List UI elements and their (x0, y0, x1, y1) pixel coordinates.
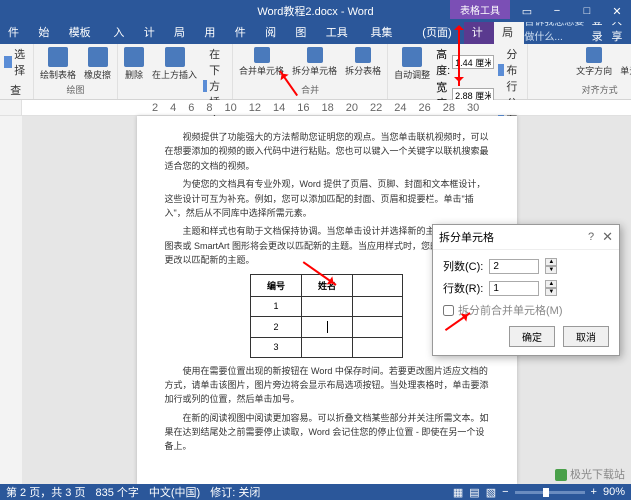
merge-before-checkbox[interactable] (443, 305, 454, 316)
draw-table-button[interactable]: 绘制表格 (38, 46, 78, 82)
group-draw: 绘图 (38, 83, 113, 97)
status-words[interactable]: 835 个字 (95, 484, 138, 500)
table-row: 3 (250, 337, 402, 357)
table-cell[interactable] (353, 316, 403, 337)
select-button[interactable]: 选择 (4, 46, 29, 78)
delete-button[interactable]: 删除 (122, 46, 146, 82)
table-cell[interactable]: 2 (250, 316, 301, 337)
close-icon[interactable]: ✕ (603, 0, 631, 22)
maximize-icon[interactable]: □ (573, 0, 601, 22)
rows-up-icon[interactable]: ▲ (545, 280, 557, 288)
watermark: 极光下载站 (555, 466, 625, 482)
table-row: 1 (250, 296, 402, 316)
split-table-button[interactable]: 拆分表格 (343, 46, 383, 78)
zoom-slider[interactable] (515, 491, 585, 494)
annotation-arrow (454, 20, 464, 30)
distribute-rows-button[interactable]: 分布行 (498, 46, 523, 94)
status-lang[interactable]: 中文(中国) (149, 484, 200, 500)
ribbon-options-icon[interactable]: ▭ (513, 0, 541, 22)
view-print-icon[interactable]: ▤ (469, 486, 479, 499)
group-merge: 合并 (237, 83, 383, 97)
table-cell[interactable]: 3 (250, 337, 301, 357)
merge-cells-button[interactable]: 合并单元格 (237, 46, 286, 78)
document-title: Word教程2.docx - Word (257, 3, 373, 19)
status-page[interactable]: 第 2 页，共 3 页 (6, 484, 85, 500)
eraser-button[interactable]: 橡皮擦 (82, 46, 113, 82)
rows-input[interactable] (489, 281, 539, 296)
table-cell[interactable] (353, 296, 403, 316)
table-cell[interactable] (353, 337, 403, 357)
cols-down-icon[interactable]: ▼ (545, 266, 557, 274)
table-header[interactable]: 编号 (250, 274, 301, 296)
ok-button[interactable]: 确定 (509, 326, 555, 347)
insert-above-button[interactable]: 在上方插入 (150, 46, 199, 82)
alignment-grid[interactable] (532, 46, 570, 78)
rows-down-icon[interactable]: ▼ (545, 288, 557, 296)
paragraph: 在新的阅读视图中阅读更加容易。可以折叠文档某些部分并关注所需文本。如果在达到结尾… (165, 411, 489, 454)
autofit-button[interactable]: 自动调整 (392, 46, 432, 82)
status-track[interactable]: 修订: 关闭 (210, 484, 260, 500)
zoom-out-icon[interactable]: − (502, 486, 508, 498)
close-dialog-icon[interactable]: ✕ (602, 229, 613, 245)
zoom-in-icon[interactable]: + (591, 486, 597, 498)
table-cell[interactable] (302, 337, 353, 357)
table-header[interactable] (353, 274, 403, 296)
view-web-icon[interactable]: ▧ (486, 486, 496, 499)
columns-input[interactable] (489, 259, 539, 274)
ribbon: 选择 查看网格线 属性 表 绘制表格 橡皮擦 绘图 删除 在上方插入 在下方插入… (0, 44, 631, 100)
paragraph: 为使您的文档具有专业外观，Word 提供了页眉、页脚、封面和文本框设计，这些设计… (165, 177, 489, 220)
table-row: 编号姓名 (250, 274, 402, 296)
cell-margins-button[interactable]: 单元格边距 (618, 46, 631, 78)
height-input[interactable] (452, 55, 494, 69)
table-cell[interactable] (302, 296, 353, 316)
table-cell[interactable]: 1 (250, 296, 301, 316)
text-direction-button[interactable]: 文字方向 (574, 46, 614, 78)
split-cells-dialog: 拆分单元格 ? ✕ 列数(C): ▲▼ 行数(R): ▲▼ 拆分前合并单元格(M… (432, 224, 620, 356)
merge-before-label: 拆分前合并单元格(M) (458, 302, 563, 318)
table-row: 2 (250, 316, 402, 337)
group-alignment: 对齐方式 (532, 83, 631, 97)
minimize-icon[interactable]: − (543, 0, 571, 22)
view-read-icon[interactable]: ▦ (453, 486, 463, 499)
table-cell[interactable] (302, 316, 353, 337)
cols-up-icon[interactable]: ▲ (545, 258, 557, 266)
cancel-button[interactable]: 取消 (563, 326, 609, 347)
split-cells-button[interactable]: 拆分单元格 (290, 46, 339, 78)
contextual-tab-label: 表格工具 (450, 0, 510, 19)
document-table[interactable]: 编号姓名 1 2 3 (250, 274, 403, 358)
paragraph: 视频提供了功能强大的方法帮助您证明您的观点。当您单击联机视频时，可以在想要添加的… (165, 130, 489, 173)
columns-label: 列数(C): (443, 258, 483, 274)
text-cursor (327, 321, 328, 333)
height-label: 高度: (436, 46, 450, 78)
rows-label: 行数(R): (443, 280, 483, 296)
paragraph: 使用在需要位置出现的新按钮在 Word 中保存时间。若要更改图片适应文档的方式，… (165, 364, 489, 407)
table-header[interactable]: 姓名 (302, 274, 353, 296)
zoom-value[interactable]: 90% (603, 486, 625, 498)
help-icon[interactable]: ? (588, 231, 594, 243)
horizontal-ruler[interactable]: 24681012141618202224262830 (22, 100, 631, 115)
dialog-title: 拆分单元格 (439, 229, 494, 245)
vertical-ruler[interactable] (0, 116, 22, 484)
